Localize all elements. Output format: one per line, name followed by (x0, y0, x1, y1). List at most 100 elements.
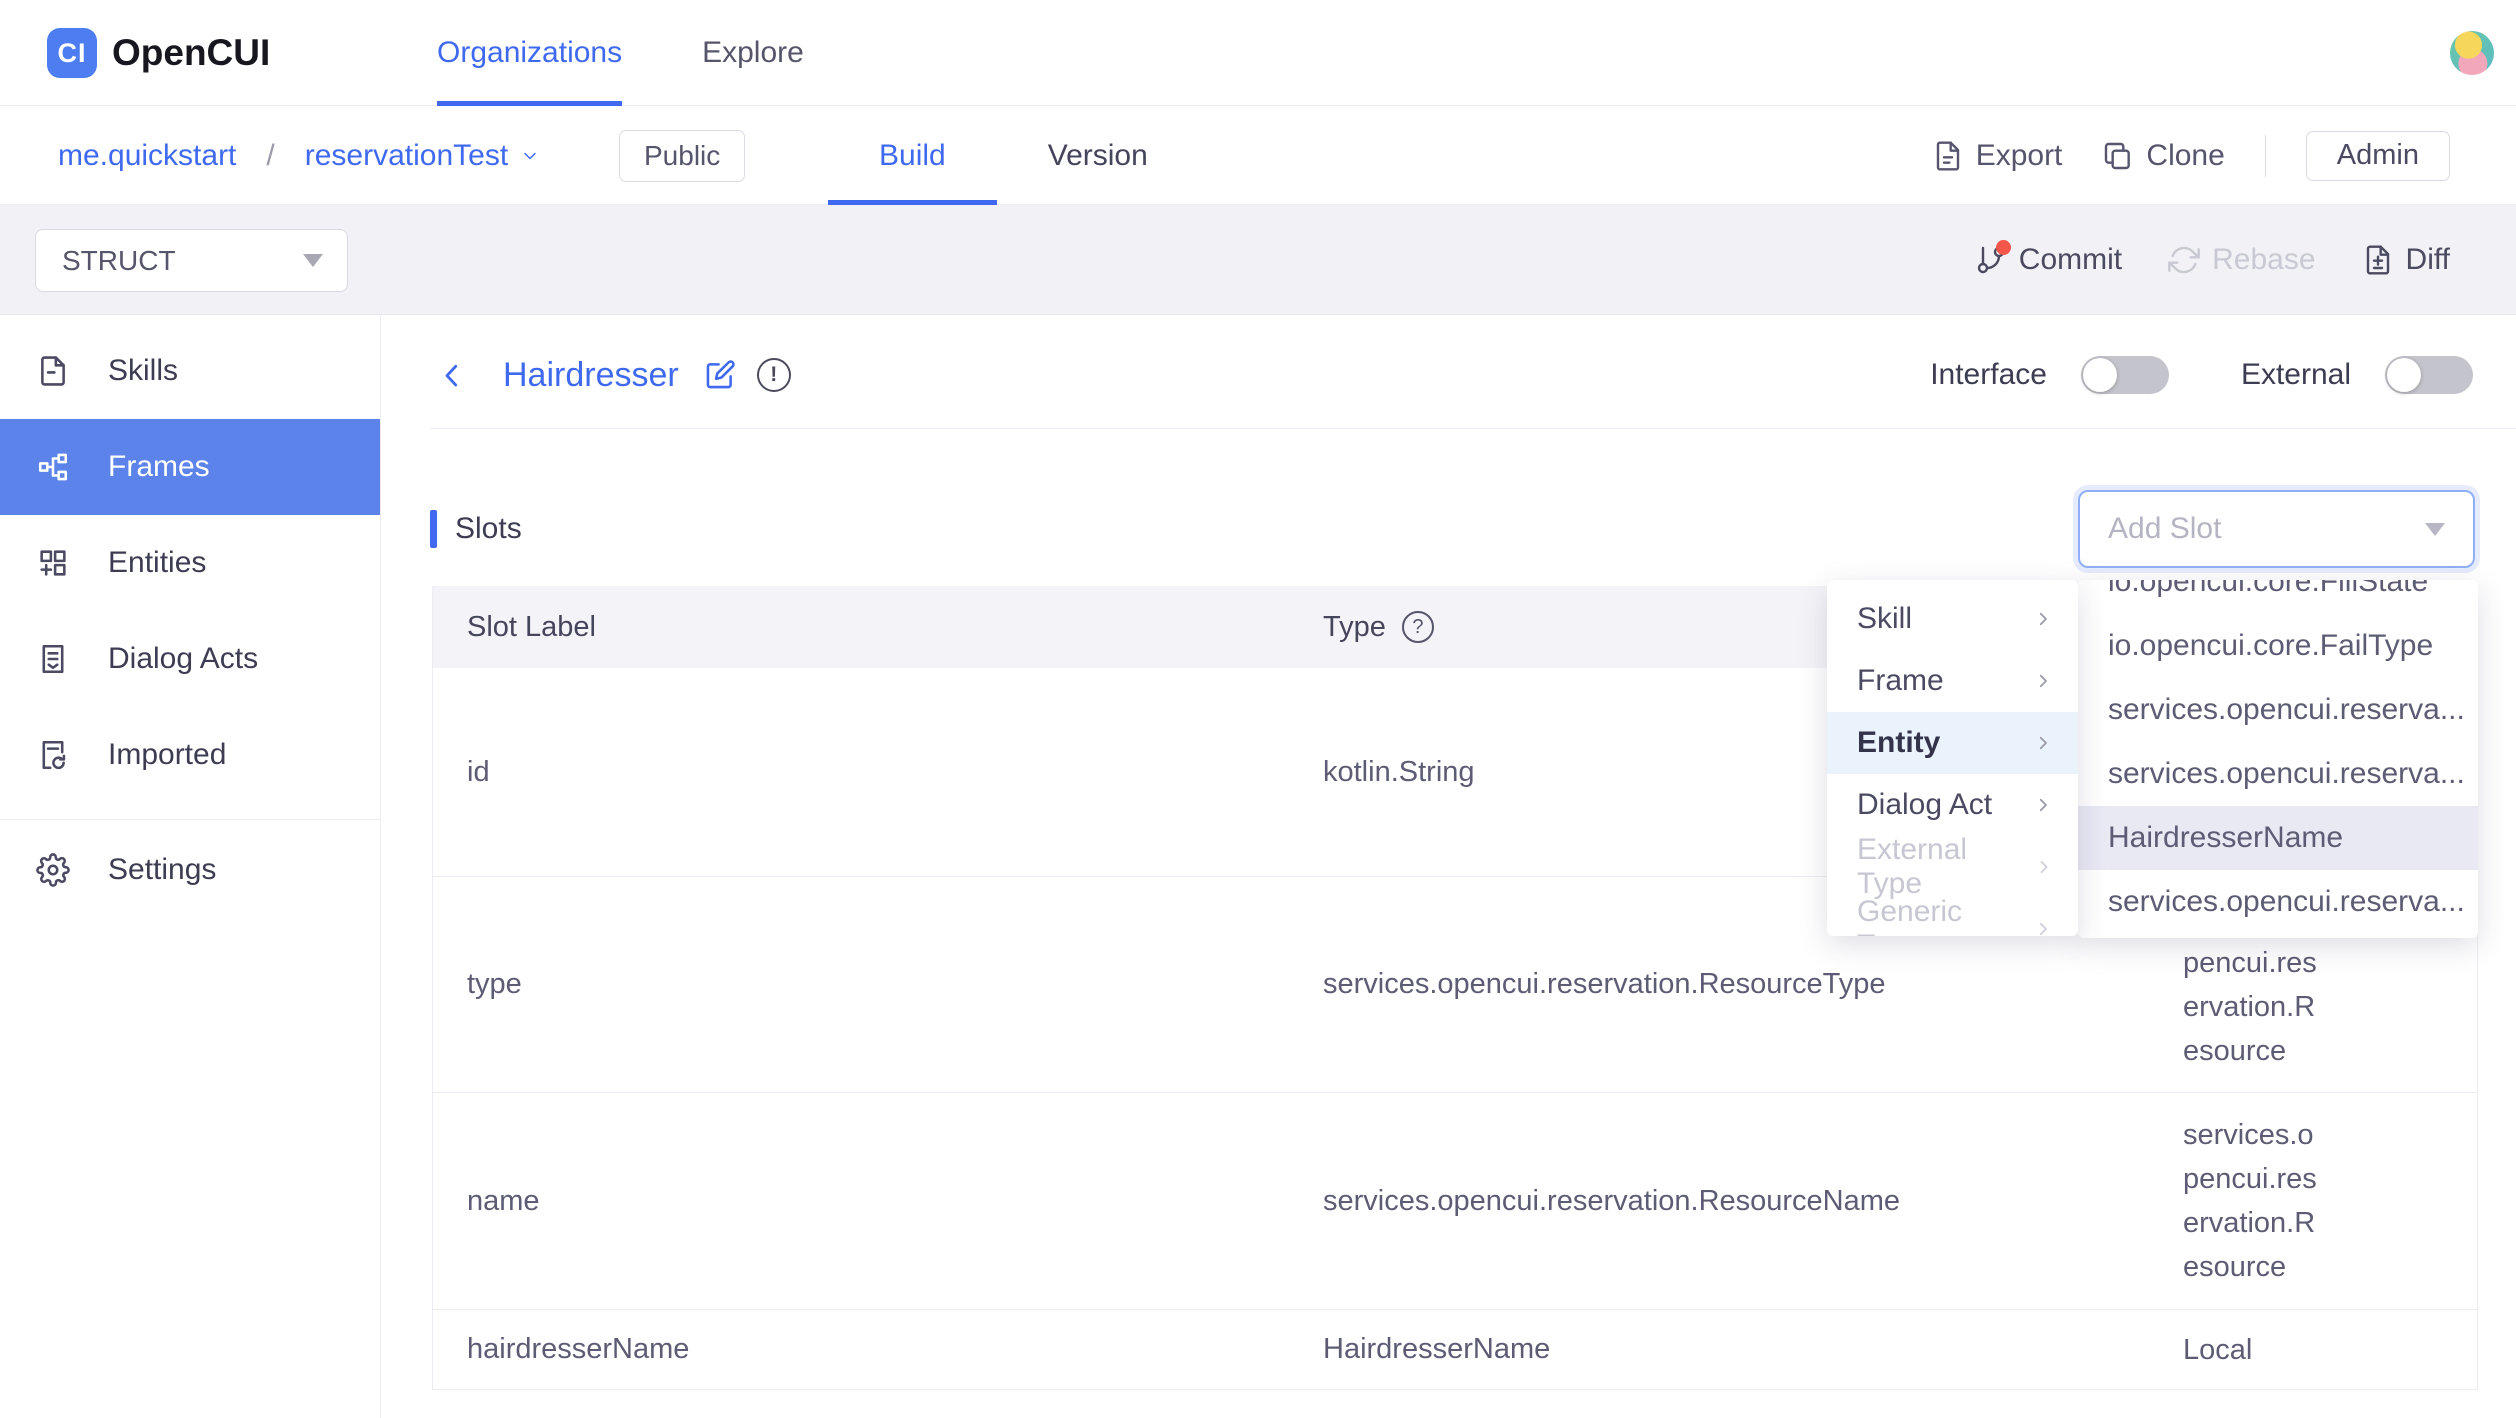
slot-label-cell: id (467, 755, 490, 788)
chevron-right-icon (2039, 674, 2047, 688)
breadcrumb-project-link[interactable]: reservationTest (305, 139, 540, 173)
struct-select-value: STRUCT (62, 244, 176, 276)
source-line: ervation.R (2183, 990, 2316, 1023)
menu-item-label: Skill (1857, 602, 1913, 635)
diff-button[interactable]: Diff (2362, 243, 2450, 277)
chevron-right-icon (2039, 798, 2047, 812)
header-divider (430, 428, 2516, 429)
submenu-item-reservation-2[interactable]: services.opencui.reserva... (2078, 742, 2478, 806)
project-tabs: Build Version (828, 106, 1199, 205)
admin-button[interactable]: Admin (2305, 130, 2450, 181)
sidebar-item-imported[interactable]: Imported (0, 707, 380, 803)
opencui-app: CI OpenCUI Organizations Explore me.quic… (0, 0, 2516, 1418)
help-icon[interactable]: ? (1401, 611, 1434, 643)
slot-source-cell: services.o pencui.res ervation.R esource (2141, 1093, 2477, 1309)
entity-type-submenu: io.opencui.core.FillState io.opencui.cor… (2078, 580, 2478, 938)
tab-build[interactable]: Build (828, 106, 997, 205)
main-nav-tabs: Organizations Explore (437, 0, 804, 106)
frames-tree-icon (38, 453, 68, 481)
slot-type-cell: services.opencui.reservation.ResourceNam… (1323, 1184, 1901, 1217)
interface-toggle[interactable] (2080, 356, 2169, 394)
info-icon[interactable]: ! (756, 358, 791, 392)
sidebar-item-label: Imported (108, 738, 227, 771)
menu-item-label: Frame (1857, 664, 1944, 697)
actions-divider (2264, 134, 2266, 177)
tab-explore[interactable]: Explore (702, 0, 804, 106)
visibility-badge: Public (619, 130, 746, 182)
source-line: esource (2183, 1034, 2287, 1067)
breadcrumb-org-link[interactable]: me.quickstart (58, 139, 236, 173)
struct-select[interactable]: STRUCT (35, 229, 348, 292)
sidebar-item-label: Entities (108, 546, 207, 579)
tab-organizations[interactable]: Organizations (437, 0, 623, 106)
menu-item-external-type: External Type (1827, 833, 2078, 900)
add-slot-type-menu: Skill Frame Entity Dialog Act External T… (1827, 580, 2078, 936)
submenu-item-fillstate[interactable]: io.opencui.core.FillState (2078, 580, 2478, 614)
page-toggles: Interface External (1930, 356, 2473, 394)
vc-actions: Commit Rebase Diff (1975, 205, 2450, 315)
gear-icon (36, 853, 70, 887)
export-file-icon (1936, 140, 1959, 171)
sidebar-item-label: Skills (108, 354, 179, 387)
chevron-right-icon (2040, 861, 2048, 873)
top-navbar: CI OpenCUI Organizations Explore (0, 0, 2516, 106)
slot-type-cell: HairdresserName (1323, 1333, 1551, 1365)
imported-icon (42, 740, 66, 770)
slots-title-text: Slots (455, 512, 522, 545)
source-line: esource (2183, 1251, 2287, 1283)
menu-item-entity[interactable]: Entity (1827, 712, 2078, 774)
source-line: pencui.res (2183, 1163, 2317, 1195)
sidebar-item-settings[interactable]: Settings (0, 822, 380, 918)
menu-item-label: External Type (1857, 833, 1968, 900)
diff-file-icon (2366, 245, 2389, 275)
source-line: services.o (2183, 1119, 2314, 1151)
submenu-item-failtype[interactable]: io.opencui.core.FailType (2078, 614, 2478, 678)
user-avatar[interactable] (2450, 31, 2494, 75)
table-row-hairdresser-name[interactable]: hairdresserName HairdresserName Local (433, 1310, 2477, 1390)
interface-label: Interface (1930, 358, 2047, 391)
sidebar-item-frames[interactable]: Frames (0, 419, 380, 515)
menu-item-dialog-act[interactable]: Dialog Act (1827, 774, 2078, 836)
refresh-icon (2168, 246, 2200, 274)
sidebar: Skills Frames Entities Dialog Acts Impor… (0, 315, 381, 1418)
opencui-logo-icon[interactable]: CI (47, 28, 97, 78)
submenu-item-reservation-1[interactable]: services.opencui.reserva... (2078, 678, 2478, 742)
slot-label-cell: name (467, 1184, 540, 1217)
submenu-item-reservation-3[interactable]: services.opencui.reserva... (2078, 870, 2478, 934)
chevron-right-icon (2039, 736, 2047, 750)
project-bar: me.quickstart / reservationTest Public B… (0, 106, 2516, 205)
menu-item-frame[interactable]: Frame (1827, 650, 2078, 712)
breadcrumb: me.quickstart / reservationTest (58, 106, 540, 205)
add-slot-select[interactable]: Add Slot (2078, 490, 2475, 568)
clone-button[interactable]: Clone (2102, 139, 2225, 173)
project-name: reservationTest (304, 138, 509, 172)
type-header-text: Type (1323, 610, 1386, 643)
document-icon (41, 356, 65, 386)
commit-notification-dot (1995, 240, 2011, 255)
export-button[interactable]: Export (1932, 139, 2062, 173)
clone-copy-icon (2105, 142, 2131, 169)
brand-title: OpenCUI (112, 32, 271, 73)
edit-icon[interactable] (703, 358, 737, 392)
external-toggle[interactable] (2385, 356, 2473, 394)
slots-section-title: Slots (430, 510, 522, 548)
sidebar-item-dialog-acts[interactable]: Dialog Acts (0, 611, 380, 707)
sidebar-item-entities[interactable]: Entities (0, 515, 380, 611)
menu-item-label: Dialog Act (1857, 788, 1993, 821)
project-actions: Export Clone Admin (1932, 106, 2450, 205)
caret-down-icon (303, 254, 323, 267)
commit-label: Commit (2018, 243, 2123, 276)
back-icon[interactable] (437, 358, 467, 392)
submenu-item-hairdresser-name[interactable]: HairdresserName (2078, 806, 2478, 870)
toggle-knob (2082, 358, 2117, 392)
rebase-button: Rebase (2168, 243, 2316, 277)
sidebar-item-skills[interactable]: Skills (0, 323, 380, 419)
table-row-name[interactable]: name services.opencui.reservation.Resour… (433, 1093, 2477, 1310)
toggle-knob (2387, 358, 2421, 392)
menu-item-skill[interactable]: Skill (1827, 588, 2078, 650)
tab-version[interactable]: Version (997, 106, 1199, 205)
source-line: pencui.res (2183, 946, 2317, 979)
commit-button[interactable]: Commit (1975, 240, 2123, 277)
chevron-down-icon (524, 152, 536, 159)
breadcrumb-separator: / (266, 138, 275, 172)
